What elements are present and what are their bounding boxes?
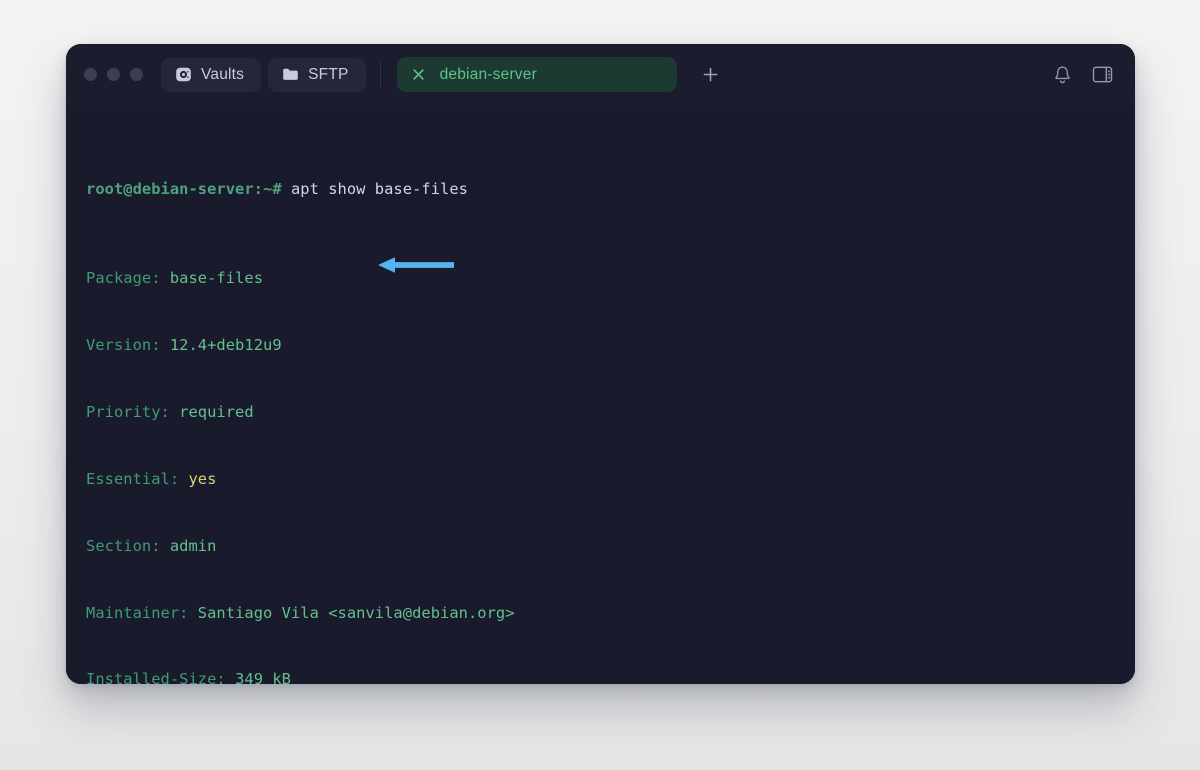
window-titlebar: Vaults SFTP debian-server — [66, 44, 1135, 105]
field-key: Essential: — [86, 469, 180, 488]
field-value: 12.4+deb12u9 — [160, 335, 282, 354]
terminal-window: Vaults SFTP debian-server root@debian-se… — [66, 44, 1135, 684]
field-key: Installed-Size: — [86, 670, 226, 684]
sftp-button[interactable]: SFTP — [268, 57, 366, 92]
vaults-label: Vaults — [201, 65, 245, 83]
field-key: Package: — [86, 269, 161, 288]
field-key: Section: — [86, 536, 161, 555]
field-key: Maintainer: — [86, 603, 189, 622]
output-line: Maintainer: Santiago Vila <sanvila@debia… — [86, 602, 1115, 624]
close-icon[interactable] — [411, 67, 426, 82]
shell-prompt: root@debian-server:~# — [86, 179, 282, 198]
output-line: Installed-Size: 349 kB — [86, 668, 1115, 684]
field-value: yes — [179, 469, 217, 488]
terminal-output: root@debian-server:~# apt show base-file… — [86, 111, 1115, 684]
terminal-command-line: root@debian-server:~# apt show base-file… — [86, 178, 1115, 200]
close-window-button[interactable] — [84, 68, 97, 81]
vaults-button[interactable]: Vaults — [161, 57, 262, 92]
bell-icon[interactable] — [1053, 65, 1072, 85]
vault-icon — [175, 66, 192, 83]
field-value: required — [169, 402, 254, 421]
output-line: Priority: required — [86, 401, 1115, 423]
output-line: Essential: yes — [86, 468, 1115, 490]
titlebar-buttons: Vaults SFTP debian-server — [161, 57, 724, 92]
traffic-lights — [84, 68, 143, 81]
field-value: base-files — [160, 269, 264, 288]
shell-command: apt show base-files — [281, 179, 468, 198]
titlebar-right-actions — [1053, 65, 1119, 85]
field-value: Santiago Vila <sanvila@debian.org> — [188, 603, 515, 622]
layout-panel-icon[interactable] — [1092, 65, 1113, 84]
output-line: Package: base-files — [86, 267, 1115, 289]
field-key: Version: — [86, 335, 161, 354]
output-line: Section: admin — [86, 535, 1115, 557]
tab-debian-server[interactable]: debian-server — [396, 57, 677, 92]
terminal-body[interactable]: root@debian-server:~# apt show base-file… — [66, 105, 1135, 684]
tab-title: debian-server — [439, 65, 537, 83]
folder-icon — [282, 67, 299, 82]
output-line: Version: 12.4+deb12u9 — [86, 334, 1115, 356]
field-value: admin — [160, 536, 217, 555]
field-value: 349 kB — [225, 670, 291, 684]
sftp-label: SFTP — [308, 65, 349, 83]
new-tab-button[interactable] — [698, 62, 724, 88]
maximize-window-button[interactable] — [130, 68, 143, 81]
minimize-window-button[interactable] — [107, 68, 120, 81]
titlebar-divider — [379, 61, 381, 88]
field-key: Priority: — [86, 402, 170, 421]
